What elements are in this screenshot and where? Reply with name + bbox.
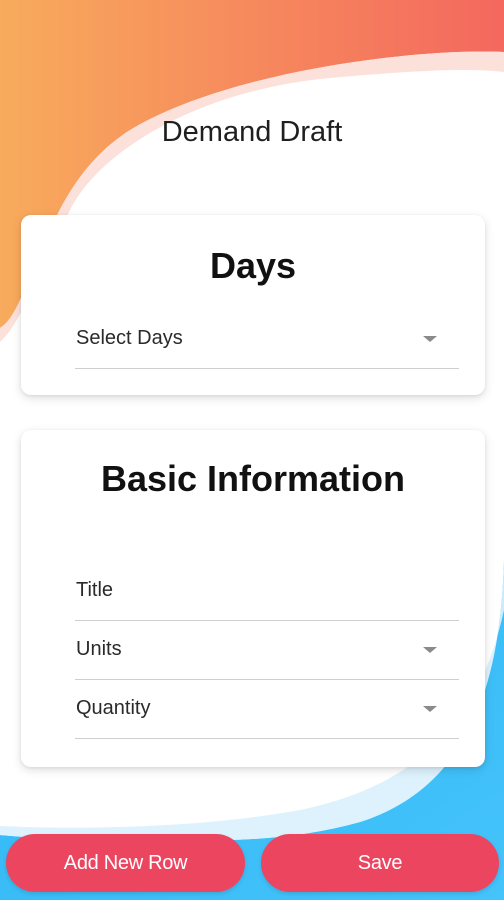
quantity-label: Quantity: [76, 697, 151, 719]
basic-information-heading: Basic Information: [100, 458, 406, 499]
title-input[interactable]: Title: [75, 563, 459, 621]
add-new-row-button[interactable]: Add New Row: [6, 834, 245, 892]
title-label: Title: [76, 579, 114, 601]
chevron-down-icon: [423, 706, 437, 712]
quantity-dropdown[interactable]: Quantity: [75, 681, 459, 739]
chevron-down-icon: [423, 336, 437, 342]
page-title: Demand Draft: [161, 116, 343, 148]
save-button[interactable]: Save: [261, 834, 499, 892]
days-heading: Days: [209, 245, 297, 286]
select-days-label: Select Days: [76, 327, 183, 349]
units-dropdown[interactable]: Units: [75, 622, 459, 680]
units-label: Units: [76, 638, 122, 660]
select-days-dropdown[interactable]: Select Days: [75, 311, 459, 369]
chevron-down-icon: [423, 647, 437, 653]
